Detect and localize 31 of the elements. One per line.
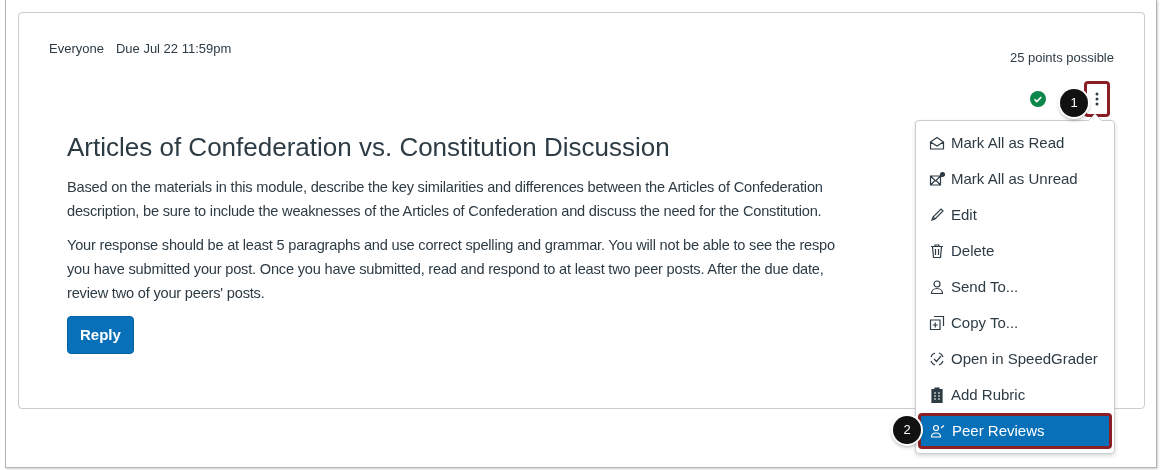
copy-icon [929, 315, 945, 331]
menu-item[interactable]: Peer Reviews [918, 413, 1112, 449]
step-callout: 2 [893, 416, 921, 444]
clipboard-icon [929, 387, 945, 403]
body-text-line: Based on the materials in this module, describe the key similarities and differences between the Articles of Confederation [67, 177, 823, 197]
person-icon [929, 279, 945, 295]
menu-item[interactable]: Edit [916, 197, 1114, 233]
due-date: Due Jul 22 11:59pm [115, 40, 232, 58]
body-text-line: Your response should be at least 5 paragraphs and use correct spelling and grammar. You will not be able to see the respo [67, 235, 835, 255]
step-callout: 1 [1060, 89, 1088, 117]
body-text-line: description, be sure to include the weaknesses of the Articles of Confederation and discuss the need for the Constitution. [67, 201, 822, 221]
points-label: 25 points possible [1009, 49, 1114, 67]
body-text-line: review two of your peers' posts. [67, 283, 265, 303]
menu-item[interactable]: Delete [916, 233, 1114, 269]
people-icon [930, 423, 946, 439]
dashed-check-icon [929, 351, 945, 367]
trash-icon [929, 243, 945, 259]
menu-item[interactable]: Add Rubric [916, 377, 1114, 413]
body-text-line: you have submitted your post. Once you have submitted, read and respond to at least two peer posts. After the due date, [67, 259, 824, 279]
audience-label: Everyone [49, 40, 104, 58]
menu-item[interactable]: Open in SpeedGrader [916, 341, 1114, 377]
discussion-title: Articles of Confederation vs. Constitution Discussion [67, 130, 670, 164]
menu-item[interactable]: Mark All as Unread [916, 161, 1114, 197]
envelope-dot-icon [929, 171, 945, 187]
kebab-icon [1095, 91, 1099, 106]
reply-button[interactable]: Reply [67, 315, 134, 354]
menu-item[interactable]: Mark All as Read [916, 125, 1114, 161]
menu-item[interactable]: Send To... [916, 269, 1114, 305]
envelope-icon [929, 135, 945, 151]
pencil-icon [929, 207, 945, 223]
menu-item[interactable]: Copy To... [916, 305, 1114, 341]
